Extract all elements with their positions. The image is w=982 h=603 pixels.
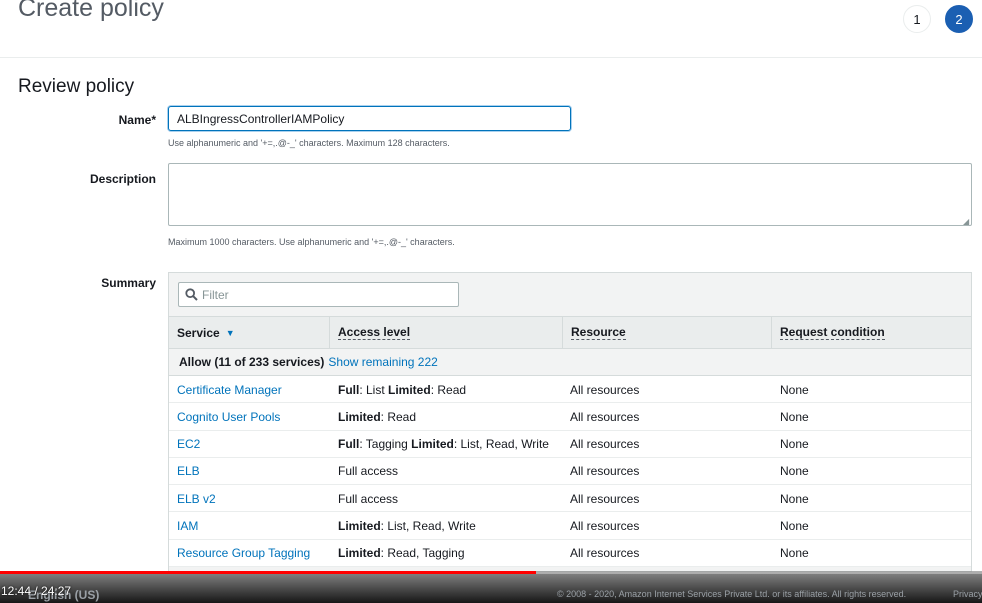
table-row: ELB Full access All resources None — [169, 457, 971, 486]
service-link[interactable]: EC2 — [177, 431, 200, 458]
access-level-text: : Read, Tagging — [380, 546, 465, 561]
footer-copyright: © 2008 - 2020, Amazon Internet Services … — [557, 589, 907, 599]
column-header-resource[interactable]: Resource — [563, 317, 772, 348]
access-level-text: : List, Read, Write — [453, 437, 549, 452]
name-hint: Use alphanumeric and '+=,.@-_' character… — [168, 138, 450, 148]
description-hint: Maximum 1000 characters. Use alphanumeri… — [168, 237, 455, 247]
access-level-text: : Tagging — [359, 437, 412, 452]
resource-cell: All resources — [570, 382, 640, 397]
access-level-cell: Full access — [338, 485, 398, 512]
filter-input[interactable] — [202, 287, 442, 302]
service-link[interactable]: ELB — [177, 458, 200, 485]
access-level-cell: Limited: Read — [338, 403, 416, 430]
sort-down-icon[interactable]: ▼ — [226, 328, 235, 338]
column-header-resource-label: Resource — [571, 325, 626, 340]
access-level-strong: Full — [338, 382, 360, 397]
access-level-strong: Limited — [411, 437, 454, 452]
request-condition-cell: None — [780, 518, 809, 533]
policy-name-input[interactable] — [168, 106, 571, 131]
description-label: Description — [89, 172, 156, 186]
request-condition-cell: None — [780, 409, 809, 424]
name-label: Name* — [118, 113, 156, 127]
request-condition-cell: None — [780, 546, 809, 561]
column-header-condition[interactable]: Request condition — [772, 317, 971, 348]
service-link[interactable]: ELB v2 — [177, 485, 216, 512]
column-header-service-label: Service — [177, 325, 220, 340]
table-row: Resource Group Tagging Limited: Read, Tag… — [169, 539, 971, 568]
step-1-indicator[interactable]: 1 — [903, 5, 931, 33]
service-link[interactable]: Certificate Manager — [177, 376, 282, 403]
summary-table: Service ▼ Access level Resource Request … — [168, 272, 972, 572]
summary-label: Summary — [101, 276, 156, 290]
service-link[interactable]: Resource Group Tagging — [177, 540, 310, 567]
access-level-cell: Full: Tagging Limited: List, Read, Write — [338, 431, 549, 458]
video-progress-track[interactable] — [0, 571, 982, 574]
column-header-access-label: Access level — [338, 325, 411, 340]
resource-cell: All resources — [570, 546, 640, 561]
column-header-service[interactable]: Service ▼ — [169, 317, 330, 348]
page-title: Create policy — [18, 0, 164, 22]
access-level-cell: Limited: List, Read, Write — [338, 512, 476, 539]
access-level-text: : Read — [380, 409, 417, 424]
resize-grip-icon[interactable]: ◢ — [963, 217, 969, 226]
table-row: Cognito User Pools Limited: Read All resou… — [169, 403, 971, 431]
search-icon — [185, 288, 198, 301]
resource-cell: All resources — [570, 491, 640, 506]
table-row: Certificate Manager Full: List Limited: R… — [169, 376, 971, 404]
request-condition-cell: None — [780, 437, 809, 452]
request-condition-cell: None — [780, 464, 809, 479]
step-2-indicator: 2 — [945, 5, 973, 33]
service-rows: Certificate Manager Full: List Limited: R… — [169, 376, 971, 568]
access-level-cell: Full access — [338, 458, 398, 485]
service-link[interactable]: Cognito User Pools — [177, 403, 280, 430]
video-progress-played — [0, 571, 537, 574]
access-level-strong: Limited — [338, 518, 381, 533]
table-row: EC2 Full: Tagging Limited: List, Read, Wr… — [169, 430, 971, 458]
access-level-strong: Limited — [338, 409, 381, 424]
filter-box[interactable] — [178, 282, 459, 307]
access-level-text: Full access — [338, 464, 399, 479]
resource-cell: All resources — [570, 464, 640, 479]
table-header: Service ▼ Access level Resource Request … — [169, 316, 971, 349]
column-header-condition-label: Request condition — [780, 325, 885, 340]
allow-count: Allow (11 of 233 services) — [179, 355, 325, 369]
access-level-text: Full access — [338, 491, 399, 506]
table-row: IAM Limited: List, Read, Write All resourc… — [169, 512, 971, 540]
show-remaining-link[interactable]: Show remaining 222 — [328, 355, 437, 369]
access-level-strong: Limited — [388, 382, 431, 397]
resource-cell: All resources — [570, 409, 640, 424]
request-condition-cell: None — [780, 382, 809, 397]
video-time: 12:44 / 24:27 — [1, 584, 72, 598]
access-level-cell: Full: List Limited: Read — [338, 376, 466, 403]
access-level-text: : List — [359, 382, 389, 397]
access-level-strong: Limited — [338, 546, 381, 561]
access-level-text: : List, Read, Write — [380, 518, 476, 533]
column-header-access[interactable]: Access level — [330, 317, 563, 348]
table-row: ELB v2 Full access All resources None — [169, 485, 971, 513]
allow-summary-row: Allow (11 of 233 services) Show remainin… — [169, 349, 971, 376]
resource-cell: All resources — [570, 518, 640, 533]
video-controls-bar: English (US) 12:44 / 24:27 © 2008 - 2020… — [0, 571, 982, 603]
page-header: Create policy 1 2 — [0, 0, 982, 58]
description-textarea[interactable] — [168, 163, 972, 226]
service-link[interactable]: IAM — [177, 512, 198, 539]
section-title: Review policy — [18, 76, 135, 97]
access-level-cell: Limited: Read, Tagging — [338, 540, 465, 567]
access-level-strong: Full — [338, 437, 360, 452]
resource-cell: All resources — [570, 437, 640, 452]
access-level-text: : Read — [430, 382, 467, 397]
request-condition-cell: None — [780, 491, 809, 506]
footer-privacy-link[interactable]: Privacy — [953, 589, 982, 599]
